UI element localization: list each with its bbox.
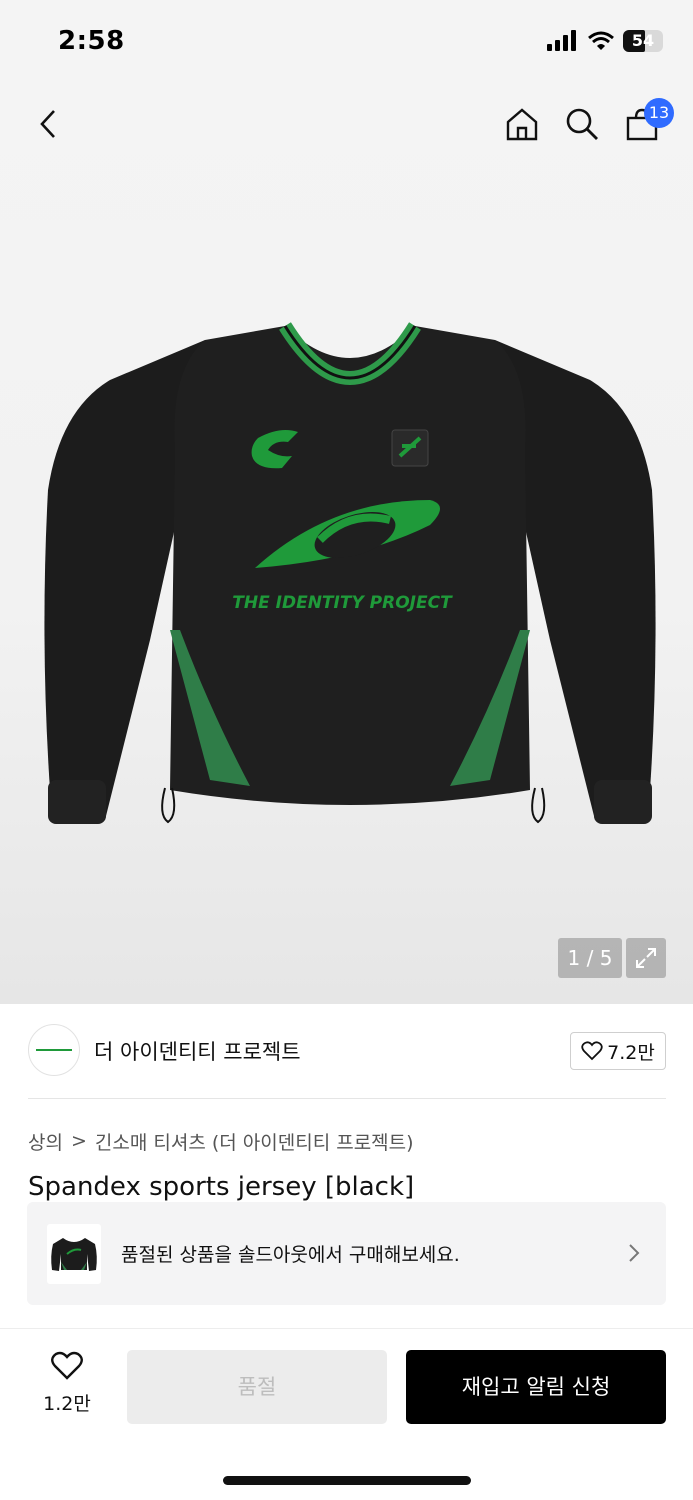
expand-image-button[interactable] <box>626 938 666 978</box>
wifi-icon <box>588 31 614 50</box>
jersey-thumbnail-icon <box>51 1238 97 1271</box>
brand-row: 더 아이덴티티 프로젝트 7.2만 <box>28 1024 666 1080</box>
product-image: THE IDENTITY PROJECT <box>44 322 656 824</box>
brand-like-button[interactable]: 7.2만 <box>570 1032 666 1070</box>
status-icons: 54 <box>547 30 663 52</box>
status-bar: 2:58 54 <box>0 0 693 80</box>
battery-icon: 54 <box>623 30 663 52</box>
home-button[interactable] <box>498 92 546 156</box>
cart-count-badge: 13 <box>644 98 674 128</box>
home-indicator[interactable] <box>223 1476 471 1485</box>
battery-level: 54 <box>631 31 655 50</box>
breadcrumb-category[interactable]: 상의 <box>28 1128 63 1155</box>
search-button[interactable] <box>558 92 606 156</box>
soldout-button: 품절 <box>127 1350 387 1424</box>
brand-logo-mark <box>36 1049 72 1051</box>
heart-icon <box>51 1351 83 1380</box>
expand-icon <box>636 948 656 968</box>
product-title: Spandex sports jersey [black] <box>28 1172 415 1202</box>
top-nav: 13 <box>0 92 693 156</box>
breadcrumb-subcategory[interactable]: 긴소매 티셔츠 (더 아이덴티티 프로젝트) <box>95 1128 414 1155</box>
back-button[interactable] <box>24 92 72 156</box>
brand-logo[interactable] <box>28 1024 80 1076</box>
cart-button[interactable]: 13 <box>618 92 674 156</box>
breadcrumb: 상의 > 긴소매 티셔츠 (더 아이덴티티 프로젝트) <box>28 1128 414 1154</box>
divider <box>28 1098 666 1099</box>
back-icon <box>40 110 55 138</box>
soldout-banner[interactable]: 품절된 상품을 솔드아웃에서 구매해보세요. <box>27 1202 666 1305</box>
heart-icon <box>581 1041 603 1061</box>
status-time: 2:58 <box>58 26 125 56</box>
soldout-message: 품절된 상품을 솔드아웃에서 구매해보세요. <box>121 1244 460 1266</box>
soldout-thumbnail <box>47 1224 101 1284</box>
brand-like-count: 7.2만 <box>607 1041 655 1064</box>
image-counter: 1 / 5 <box>558 938 622 978</box>
home-icon <box>506 108 538 141</box>
signal-icon <box>547 30 576 51</box>
brand-name[interactable]: 더 아이덴티티 프로젝트 <box>94 1036 301 1066</box>
wishlist-button[interactable]: 1.2만 <box>36 1351 98 1421</box>
search-icon <box>566 108 598 140</box>
restock-alert-button[interactable]: 재입고 알림 신청 <box>406 1350 666 1424</box>
chevron-right-icon <box>629 1244 640 1262</box>
breadcrumb-separator: > <box>70 1130 87 1152</box>
product-print-text: THE IDENTITY PROJECT <box>232 593 453 613</box>
bottom-action-bar: 1.2만 품절 재입고 알림 신청 <box>0 1328 693 1500</box>
wishlist-count: 1.2만 <box>43 1393 91 1415</box>
